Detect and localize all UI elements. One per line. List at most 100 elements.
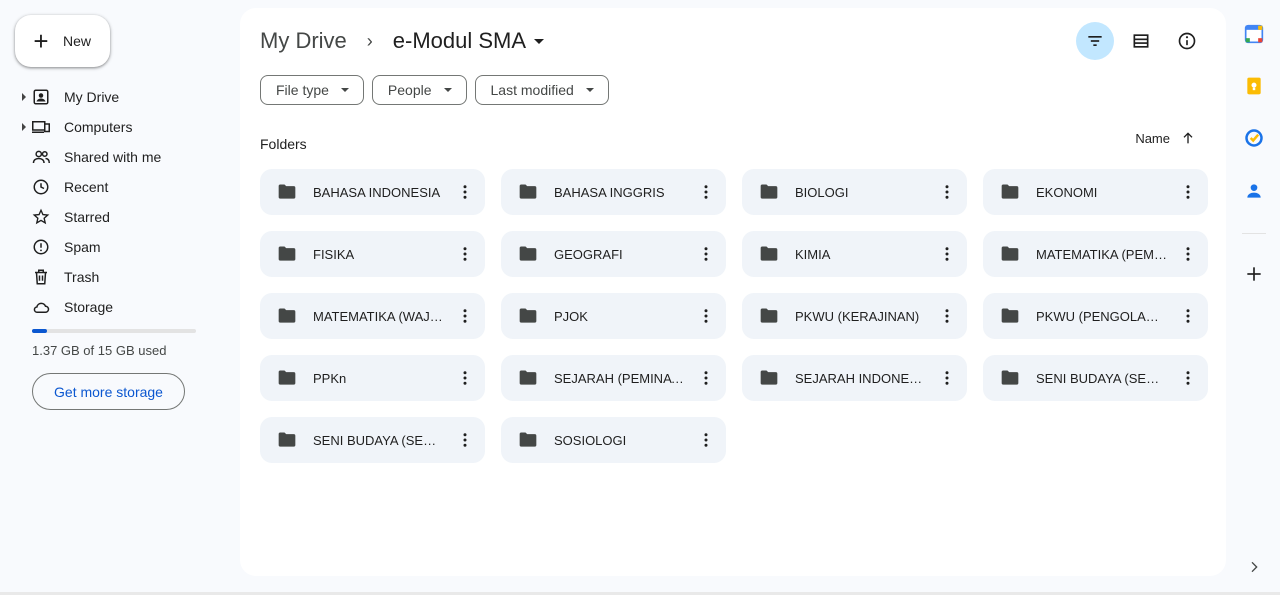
more-actions-icon[interactable] [455, 306, 475, 326]
folder-icon [518, 244, 538, 264]
chevron-right-icon[interactable] [1243, 556, 1265, 578]
folder-card[interactable]: GEOGRAFI [501, 231, 726, 277]
storage-usage-text: 1.37 GB of 15 GB used [32, 343, 167, 358]
more-actions-icon[interactable] [455, 182, 475, 202]
sidebar-item-starred[interactable]: Starred [0, 202, 240, 232]
arrow-up-icon[interactable] [1180, 130, 1196, 146]
folder-card[interactable]: FISIKA [260, 231, 485, 277]
folder-name: SEJARAH (PEMINATAN) [554, 370, 686, 386]
folder-card[interactable]: PKWU (KERAJINAN) [742, 293, 967, 339]
info-icon [1178, 32, 1196, 50]
expand-caret-icon[interactable] [22, 123, 26, 131]
folder-icon [1000, 182, 1020, 202]
folder-card[interactable]: SEJARAH INDONESIA [742, 355, 967, 401]
breadcrumb-current-folder[interactable]: e-Modul SMA [392, 28, 545, 54]
folder-card[interactable]: SOSIOLOGI [501, 417, 726, 463]
more-actions-icon[interactable] [1178, 306, 1198, 326]
folder-card[interactable]: SENI BUDAYA (SENI RUPA) [983, 355, 1208, 401]
sidebar-item-my-drive[interactable]: My Drive [0, 82, 240, 112]
sidebar-item-recent[interactable]: Recent [0, 172, 240, 202]
list-view-icon [1133, 34, 1149, 48]
sidebar-item-storage[interactable]: Storage [0, 292, 240, 322]
folder-icon [277, 182, 297, 202]
folder-name: SENI BUDAYA (SENI MUSIK) [313, 432, 445, 448]
filter-chips: File type People Last modified [260, 75, 609, 105]
filter-toggle-button[interactable] [1076, 22, 1114, 60]
more-actions-icon[interactable] [937, 368, 957, 388]
calendar-icon[interactable] [1243, 23, 1265, 45]
sidebar-item-shared-with-me[interactable]: Shared with me [0, 142, 240, 172]
keep-icon[interactable] [1243, 75, 1265, 97]
tasks-icon[interactable] [1243, 127, 1265, 149]
storage-progress-fill [32, 329, 47, 333]
last-modified-filter[interactable]: Last modified [474, 75, 609, 105]
star-icon [32, 208, 50, 226]
people-filter[interactable]: People [371, 75, 467, 105]
more-actions-icon[interactable] [1178, 182, 1198, 202]
contacts-icon[interactable] [1243, 180, 1265, 202]
expand-caret-icon[interactable] [22, 93, 26, 101]
folder-card[interactable]: BIOLOGI [742, 169, 967, 215]
sidebar-item-label: Storage [64, 299, 114, 315]
chip-label: Last modified [490, 82, 574, 98]
folder-icon [518, 306, 538, 326]
folder-card[interactable]: KIMIA [742, 231, 967, 277]
sidebar-item-spam[interactable]: Spam [0, 232, 240, 262]
folder-name: BAHASA INGGRIS [554, 184, 665, 200]
chevron-down-icon [443, 88, 452, 92]
spam-icon [32, 238, 50, 256]
more-actions-icon[interactable] [455, 430, 475, 450]
more-actions-icon[interactable] [1178, 244, 1198, 264]
folder-icon [1000, 368, 1020, 388]
more-actions-icon[interactable] [937, 244, 957, 264]
get-more-storage-button[interactable]: Get more storage [32, 373, 185, 410]
folder-card[interactable]: SENI BUDAYA (SENI MUSIK) [260, 417, 485, 463]
folder-name: BIOLOGI [795, 184, 849, 200]
add-addon-icon[interactable] [1243, 263, 1265, 285]
more-actions-icon[interactable] [937, 182, 957, 202]
folder-icon [518, 430, 538, 450]
folder-icon [1000, 244, 1020, 264]
folder-name: PKWU (KERAJINAN) [795, 308, 920, 324]
more-actions-icon[interactable] [696, 182, 716, 202]
folder-card[interactable]: PJOK [501, 293, 726, 339]
sidebar-item-label: Trash [64, 269, 100, 285]
folder-name: SEJARAH INDONESIA [795, 370, 927, 386]
chip-label: File type [276, 82, 329, 98]
more-actions-icon[interactable] [696, 368, 716, 388]
list-view-button[interactable] [1122, 22, 1160, 60]
more-actions-icon[interactable] [455, 244, 475, 264]
more-actions-icon[interactable] [1178, 368, 1198, 388]
sidebar-item-computers[interactable]: Computers [0, 112, 240, 142]
more-actions-icon[interactable] [937, 306, 957, 326]
current-folder-name: e-Modul SMA [392, 28, 527, 53]
breadcrumb-my-drive[interactable]: My Drive [260, 28, 347, 54]
more-actions-icon[interactable] [455, 368, 475, 388]
folder-icon [277, 368, 297, 388]
sort-by-name-button[interactable]: Name [1135, 130, 1196, 146]
folder-card[interactable]: PPKn [260, 355, 485, 401]
folder-card[interactable]: MATEMATIKA (WAJIB) [260, 293, 485, 339]
sidebar-item-label: Shared with me [64, 149, 162, 165]
breadcrumb-separator-icon: › [366, 30, 373, 51]
side-panel-rail [1230, 0, 1280, 595]
folder-card[interactable]: BAHASA INDONESIA [260, 169, 485, 215]
folder-name: PKWU (PENGOLAHAN) [1036, 308, 1168, 324]
more-actions-icon[interactable] [696, 244, 716, 264]
folder-card[interactable]: SEJARAH (PEMINATAN) [501, 355, 726, 401]
details-button[interactable] [1168, 22, 1206, 60]
shared-icon [32, 148, 50, 166]
file-type-filter[interactable]: File type [260, 75, 364, 105]
more-actions-icon[interactable] [696, 306, 716, 326]
more-actions-icon[interactable] [696, 430, 716, 450]
sidebar-item-trash[interactable]: Trash [0, 262, 240, 292]
new-button[interactable]: + New [15, 15, 110, 67]
folder-name: MATEMATIKA (PEMINATAN) [1036, 246, 1168, 262]
folder-icon [277, 306, 297, 326]
folder-card[interactable]: EKONOMI [983, 169, 1208, 215]
new-button-label: New [63, 33, 92, 49]
folder-icon [759, 306, 779, 326]
folder-card[interactable]: BAHASA INGGRIS [501, 169, 726, 215]
folder-card[interactable]: PKWU (PENGOLAHAN) [983, 293, 1208, 339]
folder-card[interactable]: MATEMATIKA (PEMINATAN) [983, 231, 1208, 277]
